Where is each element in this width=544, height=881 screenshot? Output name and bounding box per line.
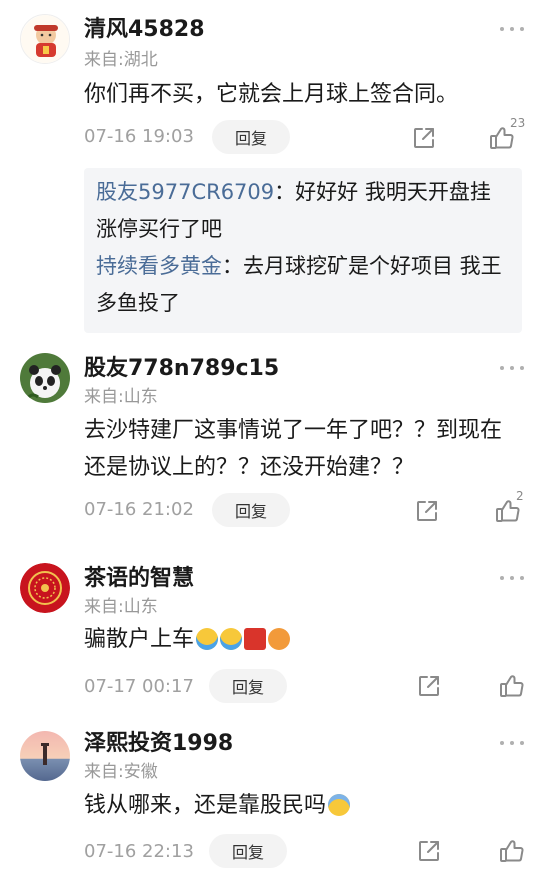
username[interactable]: 泽熙投资1998 [84, 730, 233, 758]
avatar[interactable] [20, 563, 70, 613]
comment-text-row: 骗散户上车 [84, 621, 518, 658]
location-label: 来自:安徽 [84, 762, 158, 782]
like-count: 23 [510, 116, 526, 130]
red-packet-emoji [244, 628, 267, 650]
more-options-icon[interactable] [500, 364, 524, 372]
timestamp: 07-16 22:13 [84, 841, 194, 862]
more-options-icon[interactable] [500, 739, 524, 747]
reply-button[interactable]: 回复 [212, 493, 290, 527]
avatar[interactable] [20, 353, 70, 403]
timestamp: 07-17 00:17 [84, 676, 194, 697]
reply-button[interactable]: 回复 [212, 120, 290, 154]
timestamp: 07-16 19:03 [84, 126, 194, 147]
share-icon[interactable] [411, 125, 437, 151]
thumbs-up-icon[interactable] [498, 837, 526, 865]
shocked-face-emoji [328, 794, 351, 816]
reply-button[interactable]: 回复 [209, 669, 287, 703]
comment-item: 清风45828 来自:湖北 你们再不买，它就会上月球上签合同。 07-16 19… [0, 0, 544, 345]
share-icon[interactable] [414, 498, 440, 524]
comment-text: 去沙特建厂这事情说了一年了吧？？到现在还是协议上的？？还没开始建？？ [84, 418, 503, 480]
comment-item: 茶语的智慧 来自:山东 骗散户上车 07-17 00:17 回复 [0, 545, 544, 715]
location-label: 来自:山东 [84, 387, 158, 407]
location-label: 来自:湖北 [84, 50, 158, 70]
reply-username[interactable]: 持续看多黄金 [96, 254, 222, 278]
comment-text: 钱从哪来，还是靠股民吗 [84, 793, 327, 818]
comment-text-row: 钱从哪来，还是靠股民吗 [84, 787, 518, 824]
location-label: 来自:山东 [84, 597, 158, 617]
timestamp: 07-16 21:02 [84, 499, 194, 520]
username[interactable]: 茶语的智慧 [84, 565, 194, 593]
laughing-crying-emoji [220, 628, 243, 650]
share-icon[interactable] [416, 838, 442, 864]
comment-item: 泽熙投资1998 来自:安徽 钱从哪来，还是靠股民吗 07-16 22:13 回… [0, 715, 544, 881]
reply-separator: ： [222, 254, 243, 278]
reply-separator: ： [274, 180, 296, 204]
username[interactable]: 清风45828 [84, 16, 205, 44]
laughing-crying-emoji [196, 628, 219, 650]
reply-username[interactable]: 股友5977CR6709 [96, 180, 274, 204]
like-count: 2 [516, 489, 524, 503]
share-icon[interactable] [416, 673, 442, 699]
angry-face-emoji [268, 628, 291, 650]
username[interactable]: 股友778n789c15 [84, 355, 279, 383]
comment-item: 股友778n789c15 来自:山东 去沙特建厂这事情说了一年了吧？？到现在还是… [0, 345, 544, 545]
comment-text: 你们再不买，它就会上月球上签合同。 [84, 82, 459, 107]
avatar[interactable] [20, 14, 70, 64]
comment-text: 骗散户上车 [84, 627, 195, 652]
reply-button[interactable]: 回复 [209, 834, 287, 868]
more-options-icon[interactable] [500, 574, 524, 582]
thumbs-up-icon[interactable] [498, 672, 526, 700]
replies-box[interactable]: 股友5977CR6709：好好好 我明天开盘挂涨停买行了吧 持续看多黄金：去月球… [84, 168, 522, 333]
reply-item: 持续看多黄金：去月球挖矿是个好项目 我王多鱼投了 [96, 248, 510, 322]
reply-item: 股友5977CR6709：好好好 我明天开盘挂涨停买行了吧 [96, 174, 510, 248]
avatar[interactable] [20, 731, 70, 781]
more-options-icon[interactable] [500, 25, 524, 33]
